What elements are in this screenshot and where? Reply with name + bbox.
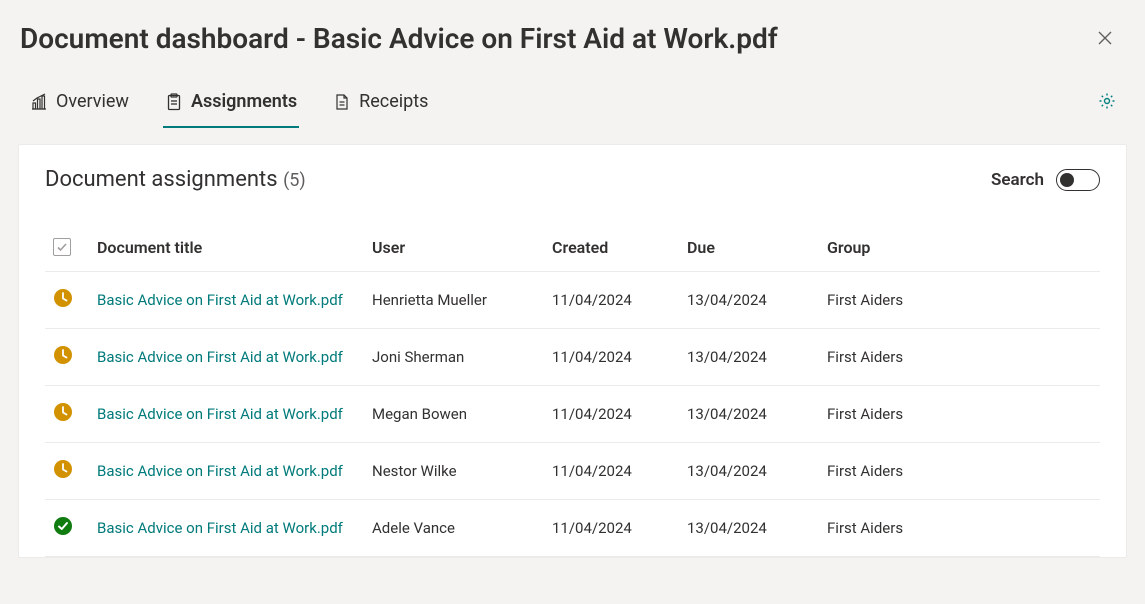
col-header-group[interactable]: Group: [819, 226, 1100, 272]
status-pending-icon: [53, 288, 73, 308]
tab-overview[interactable]: Overview: [28, 83, 131, 128]
tab-receipts-label: Receipts: [359, 91, 428, 112]
due-cell: 13/04/2024: [679, 329, 819, 386]
document-link[interactable]: Basic Advice on First Aid at Work.pdf: [97, 519, 343, 537]
col-header-user[interactable]: User: [364, 226, 544, 272]
table-row[interactable]: Basic Advice on First Aid at Work.pdf Jon…: [45, 329, 1100, 386]
group-cell: First Aiders: [819, 443, 1100, 500]
check-icon: [56, 241, 68, 253]
group-cell: First Aiders: [819, 329, 1100, 386]
tab-assignments-label: Assignments: [191, 91, 297, 112]
assignments-table: Document title User Created Due Group Ba…: [45, 226, 1100, 557]
panel-count: (5): [283, 170, 306, 191]
group-cell: First Aiders: [819, 500, 1100, 557]
col-header-due[interactable]: Due: [679, 226, 819, 272]
table-row[interactable]: Basic Advice on First Aid at Work.pdf Ade…: [45, 500, 1100, 557]
status-pending-icon: [53, 459, 73, 479]
status-pending-icon: [53, 402, 73, 422]
close-button[interactable]: [1093, 26, 1117, 53]
user-cell: Nestor Wilke: [364, 443, 544, 500]
document-link[interactable]: Basic Advice on First Aid at Work.pdf: [97, 462, 343, 480]
due-cell: 13/04/2024: [679, 386, 819, 443]
document-link[interactable]: Basic Advice on First Aid at Work.pdf: [97, 291, 343, 309]
document-link[interactable]: Basic Advice on First Aid at Work.pdf: [97, 348, 343, 366]
col-header-created[interactable]: Created: [544, 226, 679, 272]
status-cell: [45, 329, 89, 386]
user-cell: Joni Sherman: [364, 329, 544, 386]
panel-title-text: Document assignments: [45, 167, 278, 192]
settings-button[interactable]: [1093, 87, 1121, 118]
created-cell: 11/04/2024: [544, 500, 679, 557]
due-cell: 13/04/2024: [679, 443, 819, 500]
search-label: Search: [991, 170, 1044, 190]
due-cell: 13/04/2024: [679, 500, 819, 557]
status-cell: [45, 386, 89, 443]
tab-assignments[interactable]: Assignments: [163, 83, 299, 128]
created-cell: 11/04/2024: [544, 386, 679, 443]
col-header-title[interactable]: Document title: [89, 226, 364, 272]
receipt-icon: [333, 93, 351, 111]
status-cell: [45, 443, 89, 500]
select-all-checkbox[interactable]: [53, 238, 71, 256]
status-complete-icon: [53, 516, 73, 536]
table-row[interactable]: Basic Advice on First Aid at Work.pdf Meg…: [45, 386, 1100, 443]
status-pending-icon: [53, 345, 73, 365]
page-title: Document dashboard - Basic Advice on Fir…: [20, 22, 778, 55]
clipboard-icon: [165, 93, 183, 111]
created-cell: 11/04/2024: [544, 443, 679, 500]
assignments-panel: Document assignments (5) Search Document…: [18, 144, 1127, 558]
panel-title: Document assignments (5): [45, 167, 306, 192]
gear-icon: [1097, 91, 1117, 111]
table-row[interactable]: Basic Advice on First Aid at Work.pdf Hen…: [45, 272, 1100, 329]
tabs: Overview Assignments Receipts: [28, 83, 430, 128]
tab-receipts[interactable]: Receipts: [331, 83, 430, 128]
table-row[interactable]: Basic Advice on First Aid at Work.pdf Nes…: [45, 443, 1100, 500]
user-cell: Henrietta Mueller: [364, 272, 544, 329]
document-link[interactable]: Basic Advice on First Aid at Work.pdf: [97, 405, 343, 423]
search-toggle[interactable]: [1056, 169, 1100, 191]
group-cell: First Aiders: [819, 272, 1100, 329]
due-cell: 13/04/2024: [679, 272, 819, 329]
chart-icon: [30, 93, 48, 111]
close-icon: [1097, 30, 1113, 46]
user-cell: Megan Bowen: [364, 386, 544, 443]
status-cell: [45, 500, 89, 557]
created-cell: 11/04/2024: [544, 329, 679, 386]
group-cell: First Aiders: [819, 386, 1100, 443]
user-cell: Adele Vance: [364, 500, 544, 557]
created-cell: 11/04/2024: [544, 272, 679, 329]
status-cell: [45, 272, 89, 329]
tab-overview-label: Overview: [56, 91, 129, 112]
